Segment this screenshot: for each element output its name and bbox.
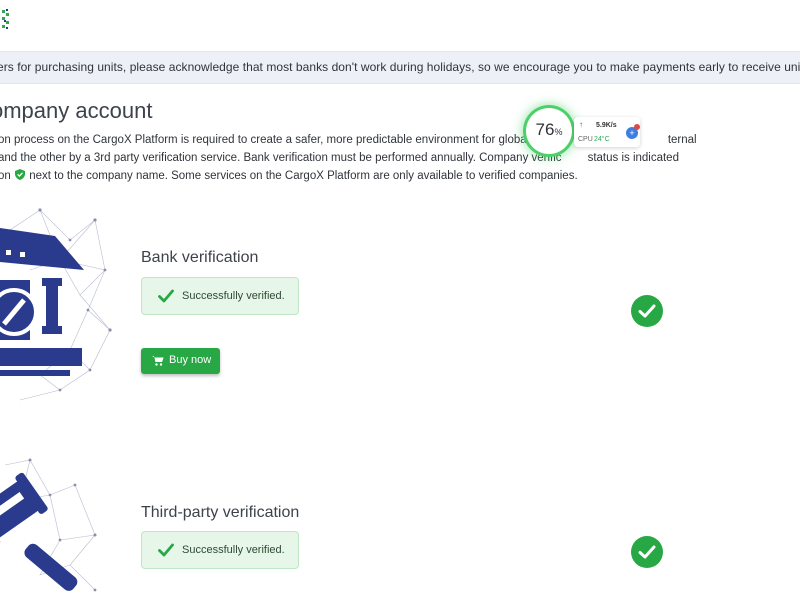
logo-icon[interactable] <box>0 8 10 32</box>
bank-verification-title: Bank verification <box>141 249 259 266</box>
cpu-percent: 76% <box>524 120 574 140</box>
notice-text: ers for purchasing units, please acknowl… <box>0 60 800 74</box>
check-icon <box>158 543 174 557</box>
third-party-verified-status: Successfully verified. <box>141 531 299 569</box>
page-title: ompany account <box>0 98 153 123</box>
bank-illustration-icon <box>0 208 112 401</box>
buy-now-label: Buy now <box>169 354 212 366</box>
description-line-1-tail: ternal <box>667 134 697 146</box>
description-line-3-start: on <box>0 170 11 182</box>
shield-check-icon <box>15 169 25 180</box>
upload-arrow-icon: ↑ <box>579 120 583 129</box>
description-line-2-text: and the other by a 3rd party verificatio… <box>0 152 562 164</box>
check-icon <box>638 545 656 559</box>
description-line-1-text: on process on the CargoX Platform is req… <box>0 134 546 146</box>
cpu-temperature: 24°C <box>594 136 610 143</box>
cpu-label: CPU <box>578 136 593 143</box>
bank-verified-badge <box>631 295 663 327</box>
cpu-stats-panel: ↑ 5.9K/s CPU 24°C + <box>574 117 640 147</box>
third-party-verification-title: Third-party verification <box>141 504 300 521</box>
network-speed: 5.9K/s <box>596 122 617 129</box>
cpu-percent-sign: % <box>554 127 563 137</box>
third-party-verified-badge <box>631 536 663 568</box>
third-party-verified-text: Successfully verified. <box>182 544 285 556</box>
description-line-3: on next to the company name. Some servic… <box>0 167 688 185</box>
description-line-3-end: next to the company name. Some services … <box>29 170 578 182</box>
check-icon <box>638 304 656 318</box>
cart-icon <box>152 356 164 366</box>
cpu-percent-value: 76 <box>535 120 555 139</box>
holiday-notice-banner: ers for purchasing units, please acknowl… <box>0 51 800 84</box>
bank-verified-status: Successfully verified. <box>141 277 299 315</box>
buy-now-button[interactable]: Buy now <box>141 348 220 374</box>
notification-dot <box>634 124 640 130</box>
page: ers for purchasing units, please acknowl… <box>0 0 800 600</box>
cpu-monitor-widget[interactable]: 76% ↑ 5.9K/s CPU 24°C + <box>524 108 644 154</box>
check-icon <box>158 289 174 303</box>
gavel-illustration-icon <box>0 458 97 592</box>
description-line-2-tail: status is indicated <box>587 152 679 164</box>
bank-verified-text: Successfully verified. <box>182 290 285 302</box>
